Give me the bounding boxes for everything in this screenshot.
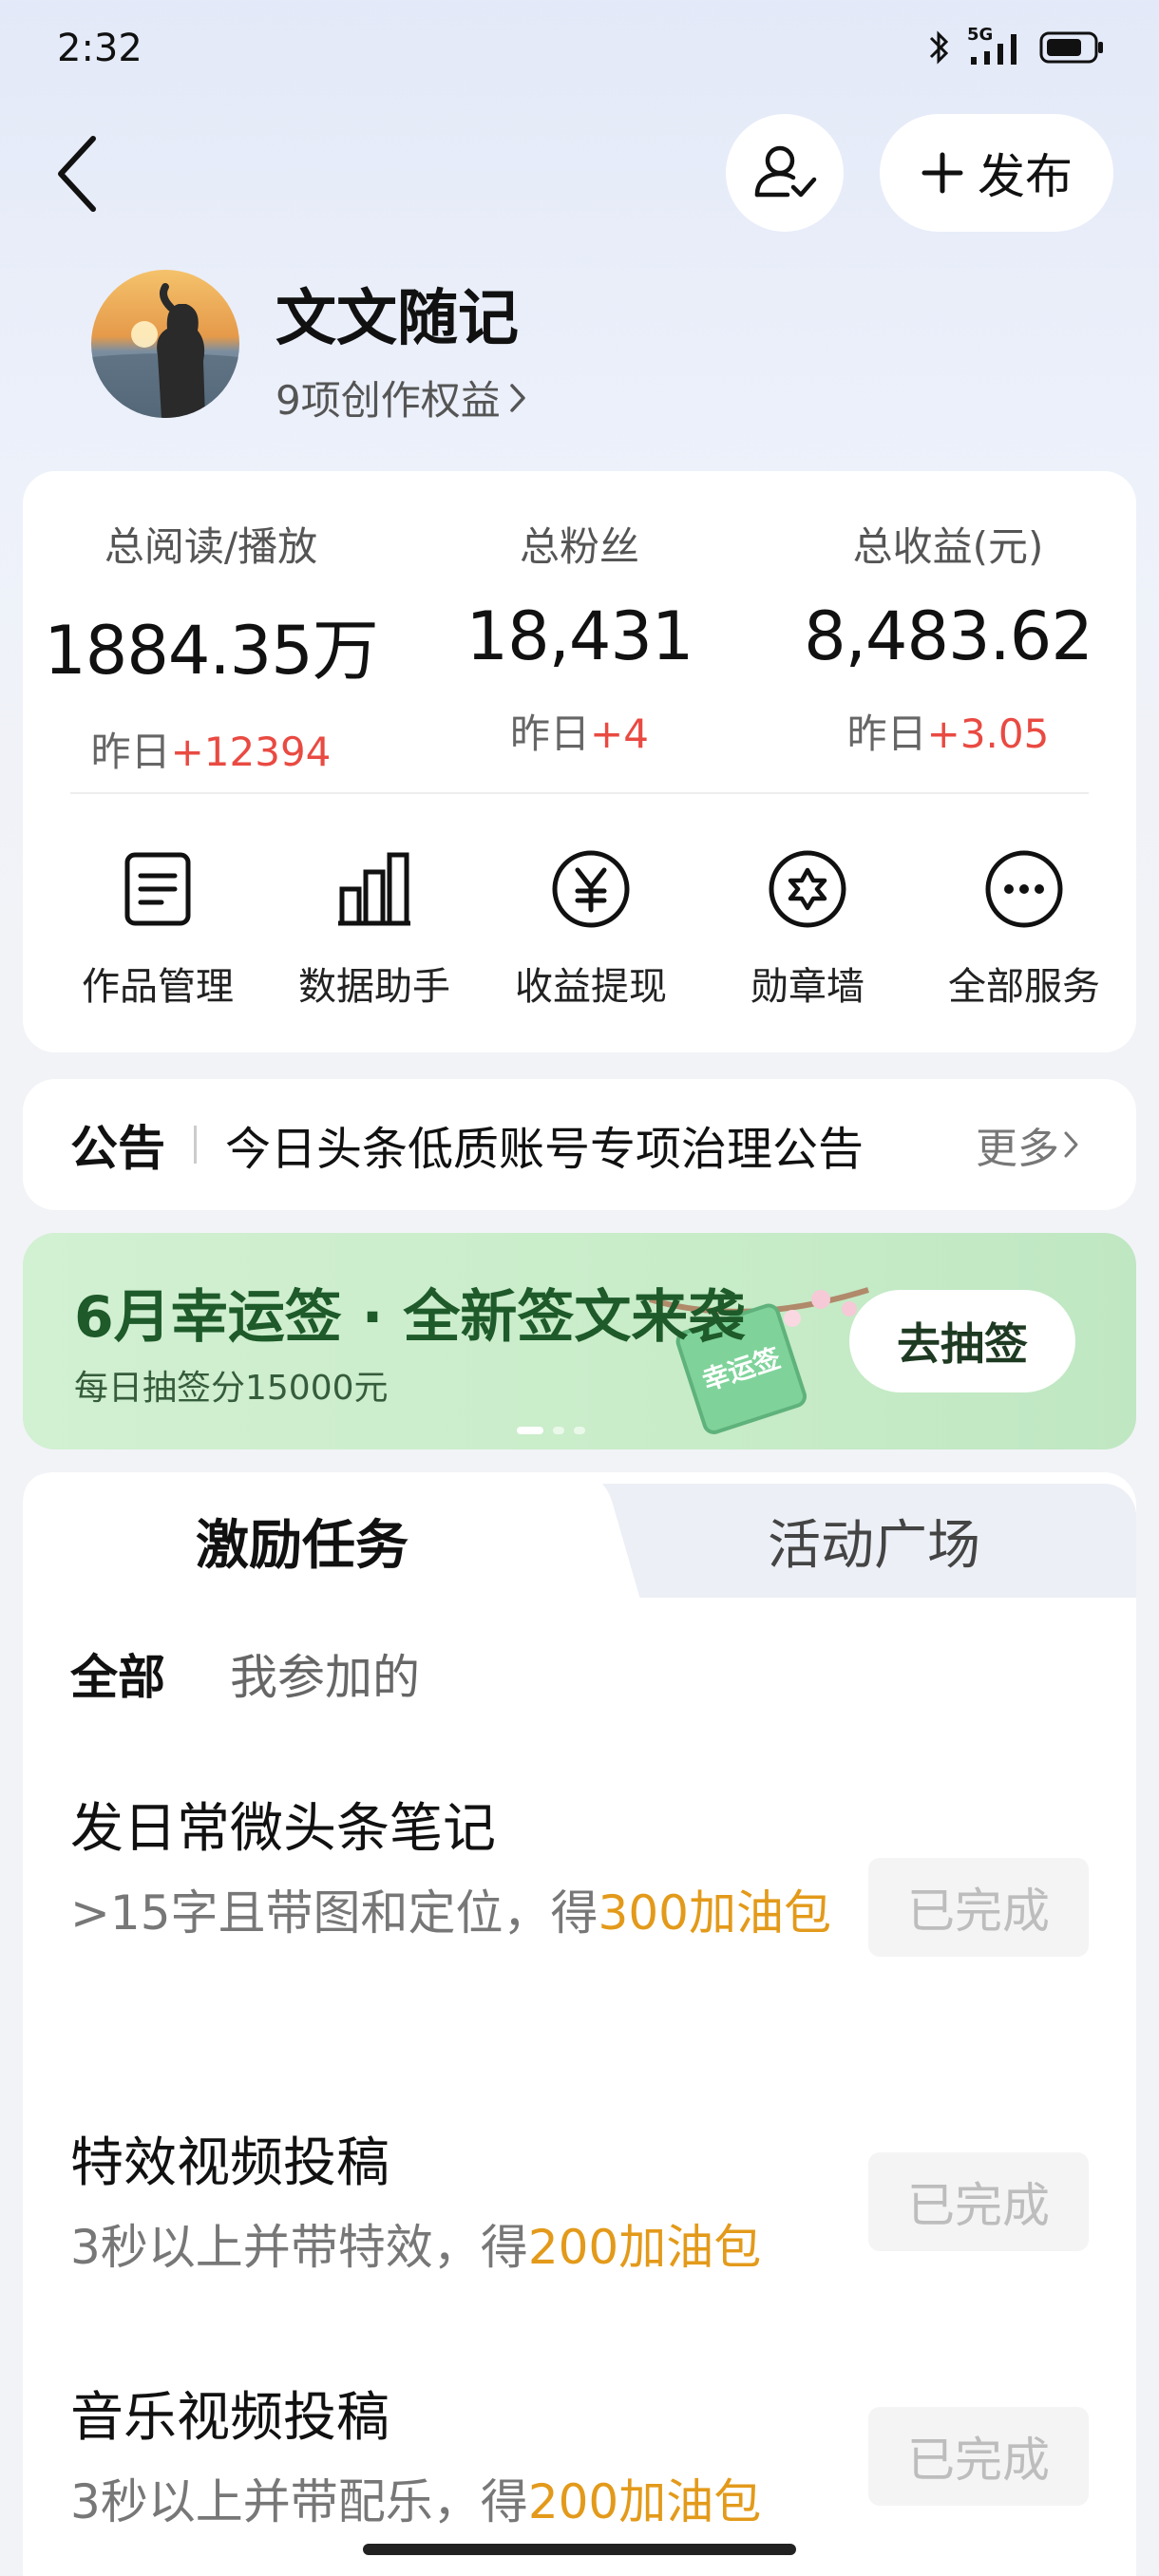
task-status-button[interactable]: 已完成 — [868, 2152, 1089, 2251]
stat-value: 1884.35万 — [44, 612, 378, 690]
stat-label: 总收益(元) — [852, 523, 1044, 570]
service-label: 作品管理 — [82, 965, 234, 1009]
user-check-icon — [754, 145, 817, 198]
yuan-icon — [552, 850, 630, 928]
service-works-manage[interactable]: 作品管理 — [53, 843, 262, 1011]
carousel-indicator — [517, 1427, 585, 1434]
draw-button[interactable]: 去抽签 — [849, 1290, 1075, 1392]
creator-rights-label: 9项创作权益 — [276, 377, 501, 424]
task-desc-text: >15字且带图和定位，得 — [70, 1885, 598, 1941]
stat-total-income[interactable]: 总收益(元) 8,483.62 昨日+3.05 — [768, 515, 1129, 760]
badge-icon — [769, 850, 846, 928]
stat-total-reads[interactable]: 总阅读/播放 1884.35万 昨日+12394 — [30, 515, 391, 778]
stat-delta-value: +4 — [590, 710, 649, 757]
status-icons: 5G — [925, 25, 1106, 66]
stat-label: 总粉丝 — [519, 523, 639, 570]
task-title: 音乐视频投稿 — [70, 2387, 390, 2449]
publish-button[interactable]: 发布 — [880, 114, 1113, 232]
battery-icon — [1039, 31, 1103, 64]
status-time: 2:32 — [57, 27, 142, 70]
bluetooth-icon — [929, 30, 949, 65]
stat-value: 18,431 — [466, 597, 694, 675]
stat-delta: 昨日+4 — [399, 702, 760, 760]
stat-delta: 昨日+3.05 — [768, 702, 1129, 760]
task-desc-text: 3秒以上并带配乐，得 — [70, 2474, 528, 2529]
banner-title: 6月幸运签 · 全新签文来袭 — [74, 1284, 746, 1351]
filter-all[interactable]: 全部 — [70, 1639, 165, 1708]
stat-label: 总阅读/播放 — [104, 523, 318, 570]
service-label: 数据助手 — [298, 965, 450, 1009]
divider — [70, 792, 1089, 794]
task-status-button[interactable]: 已完成 — [868, 2407, 1089, 2506]
service-label: 全部服务 — [948, 965, 1100, 1009]
service-label: 收益提现 — [515, 965, 667, 1009]
service-all-services[interactable]: 全部服务 — [920, 843, 1129, 1011]
stats-card: 总阅读/播放 1884.35万 昨日+12394 总粉丝 18,431 昨日+4… — [23, 471, 1136, 1052]
stat-value: 8,483.62 — [804, 597, 1093, 675]
task-reward: 300加油包 — [598, 1885, 831, 1941]
publish-label: 发布 — [978, 149, 1073, 204]
tab-incentive-tasks[interactable]: 激励任务 — [196, 1503, 408, 1580]
creator-rights-link[interactable]: 9项创作权益 — [276, 369, 527, 426]
tab-activity-square[interactable]: 活动广场 — [768, 1503, 980, 1580]
task-reward: 200加油包 — [527, 2220, 762, 2275]
service-badge-wall[interactable]: 勋章墙 — [703, 843, 912, 1011]
stat-delta-prefix: 昨日 — [846, 710, 927, 757]
follow-manage-button[interactable] — [726, 114, 844, 232]
bar-chart-icon — [338, 852, 410, 926]
service-label: 勋章墙 — [750, 965, 864, 1009]
notice-bar[interactable]: 公告 今日头条低质账号专项治理公告 更多 — [23, 1079, 1136, 1210]
lucky-draw-banner[interactable]: 幸运签 6月幸运签 · 全新签文来袭 每日抽签分15000元 去抽签 — [23, 1233, 1136, 1449]
task-status-button[interactable]: 已完成 — [868, 1858, 1089, 1957]
task-desc-text: 3秒以上并带特效，得 — [70, 2220, 528, 2275]
chevron-right-icon — [509, 383, 525, 412]
task-title: 发日常微头条笔记 — [70, 1798, 496, 1860]
task-title: 特效视频投稿 — [70, 2132, 390, 2194]
stat-delta-prefix: 昨日 — [510, 710, 591, 757]
task-reward: 200加油包 — [527, 2474, 762, 2529]
task-description: 3秒以上并带特效，得200加油包 — [70, 2207, 849, 2287]
chevron-left-icon — [58, 136, 96, 212]
chevron-right-icon — [1064, 1131, 1078, 1158]
service-data-assistant[interactable]: 数据助手 — [270, 843, 479, 1011]
signal-icon: 5G — [967, 25, 1026, 66]
divider — [194, 1126, 197, 1164]
banner-subtitle: 每日抽签分15000元 — [74, 1369, 389, 1408]
stat-total-fans[interactable]: 总粉丝 18,431 昨日+4 — [399, 515, 760, 760]
plus-icon — [922, 152, 963, 194]
back-button[interactable] — [49, 131, 106, 217]
stat-delta-value: +12394 — [170, 729, 332, 775]
stat-delta-prefix: 昨日 — [90, 729, 171, 775]
home-indicator[interactable] — [363, 2544, 796, 2555]
notice-text[interactable]: 今日头条低质账号专项治理公告 — [225, 1111, 947, 1178]
notice-more-link[interactable]: 更多 — [976, 1114, 1080, 1175]
document-icon — [124, 852, 191, 926]
account-name: 文文随记 — [276, 284, 519, 354]
service-income-withdraw[interactable]: 收益提现 — [486, 843, 695, 1011]
filter-joined[interactable]: 我参加的 — [230, 1639, 420, 1708]
task-description: 3秒以上并带配乐，得200加油包 — [70, 2462, 849, 2542]
stat-delta-value: +3.05 — [926, 710, 1050, 757]
more-icon — [985, 850, 1063, 928]
notice-title: 公告 — [70, 1121, 165, 1176]
stat-delta: 昨日+12394 — [30, 720, 391, 778]
avatar[interactable] — [91, 270, 239, 418]
notice-more-label: 更多 — [976, 1125, 1059, 1173]
task-description: >15字且带图和定位，得300加油包 — [70, 1873, 849, 1953]
